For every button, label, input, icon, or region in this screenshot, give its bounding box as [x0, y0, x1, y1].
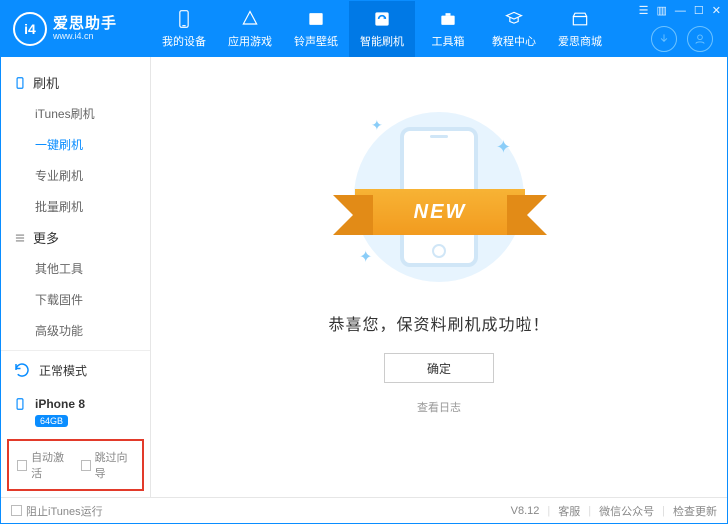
- logo-area: i4 爱思助手 www.i4.cn: [1, 1, 151, 57]
- device-name: iPhone 8: [35, 397, 85, 411]
- nav-label: 我的设备: [162, 33, 206, 49]
- section-title: 更多: [33, 228, 59, 247]
- nav-flash[interactable]: 智能刷机: [349, 1, 415, 57]
- block-itunes-checkbox[interactable]: 阻止iTunes运行: [11, 503, 103, 519]
- user-button[interactable]: [687, 26, 713, 52]
- tutorial-icon: [504, 9, 524, 29]
- app-subtitle: www.i4.cn: [53, 32, 117, 42]
- apps-icon: [240, 9, 260, 29]
- checkbox-label: 自动激活: [31, 449, 70, 481]
- nav-apps[interactable]: 应用游戏: [217, 1, 283, 57]
- store-icon: [570, 9, 590, 29]
- maximize-icon[interactable]: ☐: [694, 5, 704, 17]
- new-ribbon: NEW: [355, 189, 525, 235]
- mode-label: 正常模式: [39, 362, 87, 379]
- list-icon: [13, 231, 27, 245]
- download-button[interactable]: [651, 26, 677, 52]
- version-label: V8.12: [511, 505, 540, 517]
- view-log-link[interactable]: 查看日志: [417, 399, 461, 415]
- content-area: ✦ ✦ ✦ NEW 恭喜您，保资料刷机成功啦！ 确定 查看日志: [151, 57, 727, 497]
- status-link-update[interactable]: 检查更新: [673, 503, 717, 519]
- checkbox-label: 跳过向导: [95, 449, 134, 481]
- sidebar-item-itunes-flash[interactable]: iTunes刷机: [35, 98, 150, 129]
- sidebar-item-other-tools[interactable]: 其他工具: [35, 253, 150, 284]
- success-message: 恭喜您，保资料刷机成功啦！: [328, 311, 549, 335]
- sidebar-item-pro-flash[interactable]: 专业刷机: [35, 160, 150, 191]
- status-link-wechat[interactable]: 微信公众号: [599, 503, 654, 519]
- toolbox-icon: [438, 9, 458, 29]
- sidebar-item-oneclick-flash[interactable]: 一键刷机: [35, 129, 150, 160]
- nav-label: 铃声壁纸: [294, 33, 338, 49]
- highlighted-options: 自动激活 跳过向导: [7, 439, 144, 491]
- device-capacity: 64GB: [35, 415, 68, 427]
- window-controls: ☰ ▥ — ☐ ✕: [633, 1, 727, 21]
- refresh-icon: [13, 361, 31, 379]
- flash-icon: [372, 9, 392, 29]
- nav-label: 爱思商城: [558, 33, 602, 49]
- device-icon: [174, 9, 194, 29]
- nav-my-device[interactable]: 我的设备: [151, 1, 217, 57]
- app-window: i4 爱思助手 www.i4.cn 我的设备 应用游戏 铃声壁纸 智能刷机: [0, 0, 728, 524]
- nav-ringtones[interactable]: 铃声壁纸: [283, 1, 349, 57]
- logo-icon: i4: [13, 12, 47, 46]
- checkbox-label: 阻止iTunes运行: [26, 503, 103, 519]
- menu-icon[interactable]: ☰: [639, 5, 649, 17]
- success-illustration: ✦ ✦ ✦ NEW: [329, 107, 549, 287]
- status-link-support[interactable]: 客服: [558, 503, 580, 519]
- navbar: 我的设备 应用游戏 铃声壁纸 智能刷机 工具箱 教程中心: [151, 1, 633, 57]
- titlebar: i4 爱思助手 www.i4.cn 我的设备 应用游戏 铃声壁纸 智能刷机: [1, 1, 727, 57]
- nav-label: 工具箱: [432, 33, 465, 49]
- wallpaper-icon: [306, 9, 326, 29]
- lock-icon[interactable]: ▥: [657, 5, 667, 17]
- sidebar-section-flash: 刷机: [1, 67, 150, 98]
- nav-label: 教程中心: [492, 33, 536, 49]
- skip-wizard-checkbox[interactable]: 跳过向导: [81, 449, 135, 481]
- device-block[interactable]: iPhone 8 64GB: [1, 389, 150, 435]
- sidebar: 刷机 iTunes刷机 一键刷机 专业刷机 批量刷机 更多 其他工具 下载固件 …: [1, 57, 151, 497]
- nav-label: 应用游戏: [228, 33, 272, 49]
- body: 刷机 iTunes刷机 一键刷机 专业刷机 批量刷机 更多 其他工具 下载固件 …: [1, 57, 727, 497]
- sidebar-item-batch-flash[interactable]: 批量刷机: [35, 191, 150, 222]
- sidebar-section-more: 更多: [1, 222, 150, 253]
- ok-button[interactable]: 确定: [384, 353, 494, 383]
- app-name: 爱思助手: [53, 16, 117, 33]
- statusbar: 阻止iTunes运行 V8.12 | 客服 | 微信公众号 | 检查更新: [1, 497, 727, 523]
- auto-activate-checkbox[interactable]: 自动激活: [17, 449, 71, 481]
- nav-store[interactable]: 爱思商城: [547, 1, 613, 57]
- close-icon[interactable]: ✕: [712, 5, 721, 17]
- nav-toolbox[interactable]: 工具箱: [415, 1, 481, 57]
- mode-row[interactable]: 正常模式: [1, 351, 150, 389]
- device-icon: [13, 395, 27, 413]
- sidebar-item-advanced[interactable]: 高级功能: [35, 315, 150, 346]
- nav-tutorials[interactable]: 教程中心: [481, 1, 547, 57]
- nav-label: 智能刷机: [360, 33, 404, 49]
- phone-outline-icon: [13, 76, 27, 90]
- minimize-icon[interactable]: —: [675, 5, 686, 17]
- section-title: 刷机: [33, 73, 59, 92]
- sidebar-item-download-firmware[interactable]: 下载固件: [35, 284, 150, 315]
